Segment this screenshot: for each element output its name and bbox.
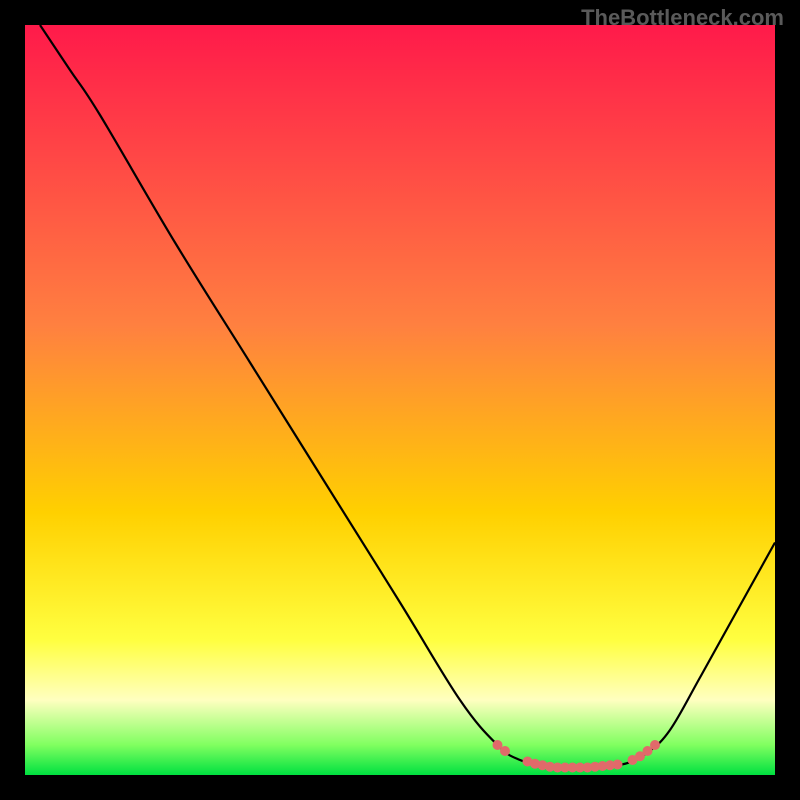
chart-svg xyxy=(25,25,775,775)
gradient-rect xyxy=(25,25,775,775)
watermark-text: TheBottleneck.com xyxy=(581,5,784,31)
data-dot xyxy=(650,740,660,750)
data-dot xyxy=(500,746,510,756)
data-dot xyxy=(613,760,623,770)
chart-plot xyxy=(25,25,775,775)
